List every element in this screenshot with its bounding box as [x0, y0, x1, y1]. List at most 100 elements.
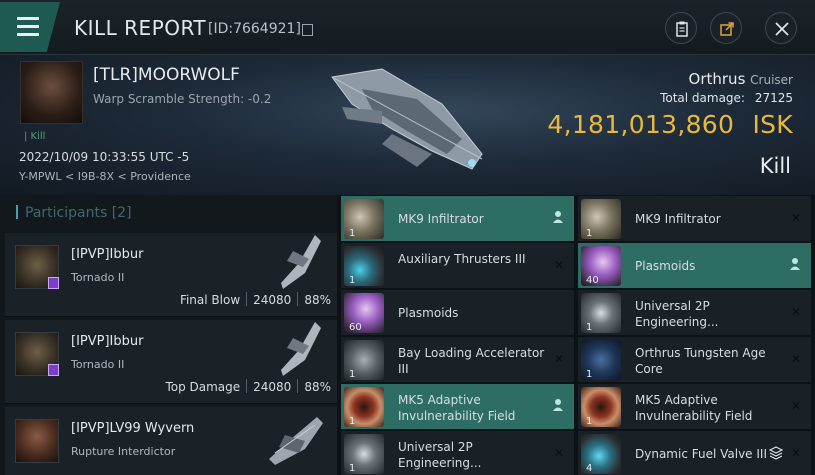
participant-damage: 24080: [253, 380, 292, 394]
loss-item-row[interactable]: 1 Orthrus Tungsten Age Core ✕: [578, 337, 811, 383]
participant-row[interactable]: [IPVP]Ibbur Tornado II Top Damage 24080 88…: [5, 320, 337, 404]
loss-item-row[interactable]: 4 Dynamic Fuel Valve III ✕: [578, 431, 811, 475]
participant-ship: Rupture Interdictor: [71, 445, 176, 458]
loss-item-row[interactable]: 1 MK5 Adaptive Invulnerability Field: [341, 384, 574, 430]
participant-damage: 24080: [253, 293, 292, 307]
stack-icon: [769, 446, 783, 460]
close-icon: [775, 22, 789, 36]
participant-row[interactable]: [IPVP]Ibbur Tornado II Final Blow 24080 88…: [5, 233, 337, 317]
participant-name: [IPVP]Ibbur: [71, 247, 144, 262]
destroyed-icon: ✕: [553, 446, 564, 460]
item-quantity: 1: [586, 416, 593, 427]
item-quantity: 60: [349, 322, 362, 333]
loss-item-row[interactable]: 1 Bay Loading Accelerator III ✕: [341, 337, 574, 383]
destroyed-icon: ✕: [790, 305, 801, 319]
participant-role: Top Damage: [165, 380, 241, 394]
isk-amount: 4,181,013,860: [547, 110, 735, 139]
page-title: KILL REPORT: [74, 16, 207, 40]
participant-percent: 88%: [304, 293, 331, 307]
item-name: Plasmoids: [635, 259, 696, 273]
item-name: Dynamic Fuel Valve III: [635, 447, 767, 461]
item-quantity: 4: [586, 463, 593, 474]
hamburger-icon: [17, 17, 39, 20]
loss-item-row[interactable]: 60 Plasmoids: [341, 290, 574, 336]
menu-button[interactable]: [0, 2, 60, 52]
destroyed-icon: ✕: [790, 352, 801, 366]
loss-item-row[interactable]: 40 Plasmoids: [578, 243, 811, 289]
total-damage: Total damage: 27125: [660, 91, 793, 105]
item-quantity: 1: [349, 416, 356, 427]
clipboard-button[interactable]: [665, 12, 697, 44]
victim-name[interactable]: [TLR]MOORWOLF: [93, 65, 240, 85]
participants-count: [2]: [111, 205, 132, 221]
separator: [297, 379, 299, 393]
participant-avatar: [15, 332, 59, 376]
loss-item-row[interactable]: 1 Universal 2P Engineering... ✕: [341, 431, 574, 475]
victim-ship-class: Cruiser: [750, 73, 793, 87]
participant-name: [IPVP]LV99 Wyvern: [71, 421, 195, 436]
participants-label: Participants: [25, 205, 108, 221]
loss-item-row[interactable]: 1 MK9 Infiltrator: [341, 196, 574, 242]
item-quantity: 1: [586, 228, 593, 239]
participants-header[interactable]: Participants [2]: [16, 205, 132, 221]
warp-scramble-strength: Warp Scramble Strength: -0.2: [93, 92, 272, 106]
victim-avatar[interactable]: [20, 61, 83, 124]
isk-value: 4,181,013,860 ISK: [547, 110, 793, 139]
destroyed-icon: ✕: [553, 258, 564, 272]
close-button[interactable]: [765, 12, 797, 44]
badge-icon: [48, 277, 59, 289]
separator: [246, 379, 248, 393]
kill-report-header: KILL REPORT [ID:7664921]: [0, 0, 815, 55]
kill-id: [ID:7664921]: [208, 21, 301, 37]
participant-ship: Tornado II: [71, 358, 125, 371]
dropped-person-icon: [553, 211, 563, 223]
victim-ship-image[interactable]: [322, 59, 492, 184]
participant-percent: 88%: [304, 380, 331, 394]
item-quantity: 1: [349, 275, 356, 286]
header-bar: [16, 205, 18, 219]
destroyed-icon: ✕: [553, 352, 564, 366]
participant-ship: Tornado II: [71, 271, 125, 284]
kill-location[interactable]: Y-MPWL < I9B-8X < Providence: [19, 170, 191, 183]
item-quantity: 1: [349, 463, 356, 474]
hamburger-icon-line: [17, 25, 39, 28]
rupture-ship-icon: [269, 417, 323, 465]
separator: [246, 292, 248, 306]
participant-role: Final Blow: [179, 293, 241, 307]
item-name: Auxiliary Thrusters III: [398, 252, 526, 266]
kill-datetime: 2022/10/09 10:33:55 UTC -5: [19, 150, 190, 164]
participant-row[interactable]: [IPVP]LV99 Wyvern Rupture Interdictor: [5, 407, 337, 475]
destroyed-icon: ✕: [790, 446, 801, 460]
participant-stats: Top Damage 24080 88%: [165, 379, 331, 394]
copy-icon[interactable]: [302, 24, 313, 36]
item-name: Universal 2P Engineering...: [398, 440, 482, 470]
tornado-ship-icon: [281, 322, 321, 376]
item-quantity: 1: [349, 228, 356, 239]
participants-panel: Participants [2] [IPVP]Ibbur Tornado II …: [0, 195, 337, 475]
total-damage-value: 27125: [754, 91, 793, 105]
tornado-ship-icon: [281, 235, 321, 289]
item-name: Plasmoids: [398, 306, 459, 320]
item-name: Bay Loading Accelerator III: [398, 346, 545, 376]
dropped-person-icon: [790, 258, 800, 270]
total-damage-label: Total damage:: [660, 91, 745, 105]
share-icon: [720, 22, 734, 36]
loss-item-row[interactable]: 1 Universal 2P Engineering... ✕: [578, 290, 811, 336]
participant-stats: Final Blow 24080 88%: [180, 292, 331, 307]
item-quantity: 1: [586, 369, 593, 380]
destroyed-icon: ✕: [790, 211, 801, 225]
item-quantity: 40: [586, 275, 599, 286]
loss-item-row[interactable]: 1 Auxiliary Thrusters III ✕: [341, 243, 574, 289]
destroyed-icon: ✕: [790, 399, 801, 413]
share-button[interactable]: [710, 12, 742, 44]
victim-ship[interactable]: Orthrus Cruiser: [689, 70, 793, 88]
item-name: MK9 Infiltrator: [635, 212, 721, 226]
victim-ship-name: Orthrus: [688, 70, 746, 88]
hamburger-icon-line: [17, 33, 39, 36]
item-name: MK5 Adaptive Invulnerability Field: [635, 393, 753, 423]
loss-item-row[interactable]: 1 MK5 Adaptive Invulnerability Field ✕: [578, 384, 811, 430]
loss-item-row[interactable]: 1 MK9 Infiltrator ✕: [578, 196, 811, 242]
kill-tag: | Kill: [24, 131, 46, 142]
item-quantity: 1: [586, 322, 593, 333]
item-quantity: 1: [349, 369, 356, 380]
